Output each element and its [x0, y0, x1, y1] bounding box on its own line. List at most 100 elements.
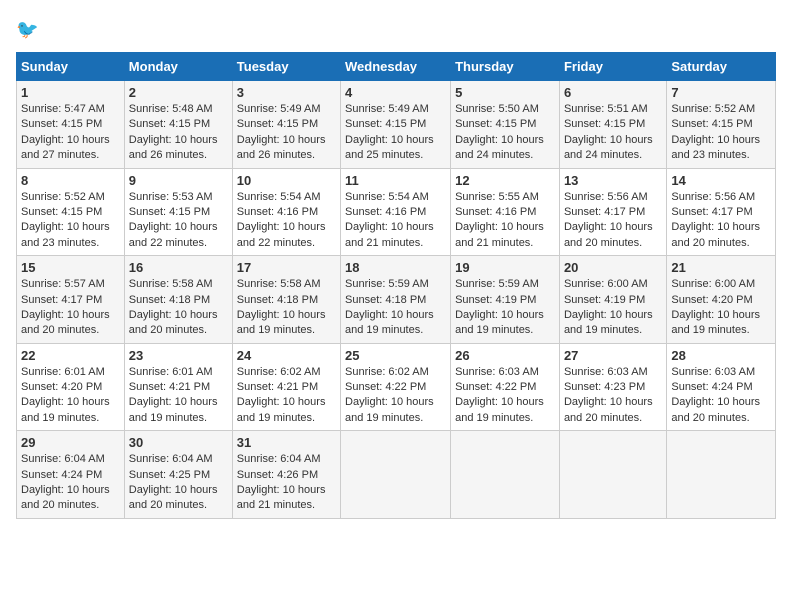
day-info: Sunrise: 5:59 AM Sunset: 4:18 PM Dayligh… — [345, 277, 446, 339]
day-info: Sunrise: 6:04 AM Sunset: 4:24 PM Dayligh… — [21, 452, 120, 514]
day-number: 4 — [345, 85, 446, 100]
table-row: 21 Sunrise: 6:00 AM Sunset: 4:20 PM Dayl… — [667, 256, 776, 344]
day-number: 8 — [21, 173, 120, 188]
table-row: 4 Sunrise: 5:49 AM Sunset: 4:15 PM Dayli… — [341, 81, 451, 169]
table-row: 17 Sunrise: 5:58 AM Sunset: 4:18 PM Dayl… — [232, 256, 340, 344]
calendar-week-row: 1 Sunrise: 5:47 AM Sunset: 4:15 PM Dayli… — [17, 81, 776, 169]
day-info: Sunrise: 5:54 AM Sunset: 4:16 PM Dayligh… — [345, 190, 446, 252]
table-row: 26 Sunrise: 6:03 AM Sunset: 4:22 PM Dayl… — [451, 343, 560, 431]
empty-cell — [341, 431, 451, 519]
logo-bird-icon: 🐦 — [16, 16, 44, 44]
calendar-week-row: 29 Sunrise: 6:04 AM Sunset: 4:24 PM Dayl… — [17, 431, 776, 519]
column-header-thursday: Thursday — [451, 53, 560, 81]
day-info: Sunrise: 6:03 AM Sunset: 4:23 PM Dayligh… — [564, 365, 662, 427]
day-info: Sunrise: 6:00 AM Sunset: 4:20 PM Dayligh… — [671, 277, 771, 339]
day-number: 12 — [455, 173, 555, 188]
table-row: 25 Sunrise: 6:02 AM Sunset: 4:22 PM Dayl… — [341, 343, 451, 431]
day-info: Sunrise: 5:53 AM Sunset: 4:15 PM Dayligh… — [129, 190, 228, 252]
calendar-week-row: 22 Sunrise: 6:01 AM Sunset: 4:20 PM Dayl… — [17, 343, 776, 431]
day-number: 30 — [129, 435, 228, 450]
column-header-tuesday: Tuesday — [232, 53, 340, 81]
day-number: 18 — [345, 260, 446, 275]
table-row: 2 Sunrise: 5:48 AM Sunset: 4:15 PM Dayli… — [124, 81, 232, 169]
day-number: 29 — [21, 435, 120, 450]
table-row: 28 Sunrise: 6:03 AM Sunset: 4:24 PM Dayl… — [667, 343, 776, 431]
table-row: 1 Sunrise: 5:47 AM Sunset: 4:15 PM Dayli… — [17, 81, 125, 169]
table-row: 30 Sunrise: 6:04 AM Sunset: 4:25 PM Dayl… — [124, 431, 232, 519]
table-row: 14 Sunrise: 5:56 AM Sunset: 4:17 PM Dayl… — [667, 168, 776, 256]
day-number: 26 — [455, 348, 555, 363]
table-row: 22 Sunrise: 6:01 AM Sunset: 4:20 PM Dayl… — [17, 343, 125, 431]
day-number: 9 — [129, 173, 228, 188]
day-number: 17 — [237, 260, 336, 275]
day-number: 25 — [345, 348, 446, 363]
day-info: Sunrise: 5:51 AM Sunset: 4:15 PM Dayligh… — [564, 102, 662, 164]
calendar-table: SundayMondayTuesdayWednesdayThursdayFrid… — [16, 52, 776, 519]
day-number: 16 — [129, 260, 228, 275]
day-number: 24 — [237, 348, 336, 363]
svg-text:🐦: 🐦 — [16, 20, 39, 40]
table-row: 23 Sunrise: 6:01 AM Sunset: 4:21 PM Dayl… — [124, 343, 232, 431]
day-number: 22 — [21, 348, 120, 363]
day-info: Sunrise: 5:54 AM Sunset: 4:16 PM Dayligh… — [237, 190, 336, 252]
day-info: Sunrise: 6:04 AM Sunset: 4:26 PM Dayligh… — [237, 452, 336, 514]
empty-cell — [451, 431, 560, 519]
day-info: Sunrise: 6:03 AM Sunset: 4:22 PM Dayligh… — [455, 365, 555, 427]
table-row: 31 Sunrise: 6:04 AM Sunset: 4:26 PM Dayl… — [232, 431, 340, 519]
day-number: 14 — [671, 173, 771, 188]
table-row: 8 Sunrise: 5:52 AM Sunset: 4:15 PM Dayli… — [17, 168, 125, 256]
calendar-header-row: SundayMondayTuesdayWednesdayThursdayFrid… — [17, 53, 776, 81]
page-header: 🐦 — [16, 16, 776, 44]
day-info: Sunrise: 5:52 AM Sunset: 4:15 PM Dayligh… — [21, 190, 120, 252]
table-row: 18 Sunrise: 5:59 AM Sunset: 4:18 PM Dayl… — [341, 256, 451, 344]
column-header-sunday: Sunday — [17, 53, 125, 81]
table-row: 3 Sunrise: 5:49 AM Sunset: 4:15 PM Dayli… — [232, 81, 340, 169]
day-number: 7 — [671, 85, 771, 100]
empty-cell — [559, 431, 666, 519]
day-info: Sunrise: 5:48 AM Sunset: 4:15 PM Dayligh… — [129, 102, 228, 164]
day-number: 21 — [671, 260, 771, 275]
column-header-wednesday: Wednesday — [341, 53, 451, 81]
day-info: Sunrise: 5:57 AM Sunset: 4:17 PM Dayligh… — [21, 277, 120, 339]
day-number: 31 — [237, 435, 336, 450]
column-header-saturday: Saturday — [667, 53, 776, 81]
day-info: Sunrise: 6:04 AM Sunset: 4:25 PM Dayligh… — [129, 452, 228, 514]
table-row: 5 Sunrise: 5:50 AM Sunset: 4:15 PM Dayli… — [451, 81, 560, 169]
table-row: 11 Sunrise: 5:54 AM Sunset: 4:16 PM Dayl… — [341, 168, 451, 256]
day-info: Sunrise: 5:47 AM Sunset: 4:15 PM Dayligh… — [21, 102, 120, 164]
day-number: 3 — [237, 85, 336, 100]
column-header-monday: Monday — [124, 53, 232, 81]
day-info: Sunrise: 5:55 AM Sunset: 4:16 PM Dayligh… — [455, 190, 555, 252]
table-row: 10 Sunrise: 5:54 AM Sunset: 4:16 PM Dayl… — [232, 168, 340, 256]
day-info: Sunrise: 6:01 AM Sunset: 4:21 PM Dayligh… — [129, 365, 228, 427]
day-number: 20 — [564, 260, 662, 275]
calendar-week-row: 15 Sunrise: 5:57 AM Sunset: 4:17 PM Dayl… — [17, 256, 776, 344]
table-row: 24 Sunrise: 6:02 AM Sunset: 4:21 PM Dayl… — [232, 343, 340, 431]
day-number: 23 — [129, 348, 228, 363]
day-info: Sunrise: 6:00 AM Sunset: 4:19 PM Dayligh… — [564, 277, 662, 339]
day-info: Sunrise: 5:56 AM Sunset: 4:17 PM Dayligh… — [671, 190, 771, 252]
table-row: 7 Sunrise: 5:52 AM Sunset: 4:15 PM Dayli… — [667, 81, 776, 169]
day-info: Sunrise: 5:58 AM Sunset: 4:18 PM Dayligh… — [237, 277, 336, 339]
day-number: 28 — [671, 348, 771, 363]
day-info: Sunrise: 5:52 AM Sunset: 4:15 PM Dayligh… — [671, 102, 771, 164]
table-row: 29 Sunrise: 6:04 AM Sunset: 4:24 PM Dayl… — [17, 431, 125, 519]
day-info: Sunrise: 5:56 AM Sunset: 4:17 PM Dayligh… — [564, 190, 662, 252]
table-row: 13 Sunrise: 5:56 AM Sunset: 4:17 PM Dayl… — [559, 168, 666, 256]
column-header-friday: Friday — [559, 53, 666, 81]
logo: 🐦 — [16, 16, 48, 44]
day-info: Sunrise: 5:58 AM Sunset: 4:18 PM Dayligh… — [129, 277, 228, 339]
day-number: 5 — [455, 85, 555, 100]
day-info: Sunrise: 5:59 AM Sunset: 4:19 PM Dayligh… — [455, 277, 555, 339]
table-row: 12 Sunrise: 5:55 AM Sunset: 4:16 PM Dayl… — [451, 168, 560, 256]
table-row: 9 Sunrise: 5:53 AM Sunset: 4:15 PM Dayli… — [124, 168, 232, 256]
day-number: 10 — [237, 173, 336, 188]
day-number: 15 — [21, 260, 120, 275]
day-info: Sunrise: 6:02 AM Sunset: 4:22 PM Dayligh… — [345, 365, 446, 427]
day-info: Sunrise: 5:49 AM Sunset: 4:15 PM Dayligh… — [237, 102, 336, 164]
calendar-week-row: 8 Sunrise: 5:52 AM Sunset: 4:15 PM Dayli… — [17, 168, 776, 256]
day-number: 1 — [21, 85, 120, 100]
day-number: 11 — [345, 173, 446, 188]
day-number: 6 — [564, 85, 662, 100]
day-info: Sunrise: 6:01 AM Sunset: 4:20 PM Dayligh… — [21, 365, 120, 427]
